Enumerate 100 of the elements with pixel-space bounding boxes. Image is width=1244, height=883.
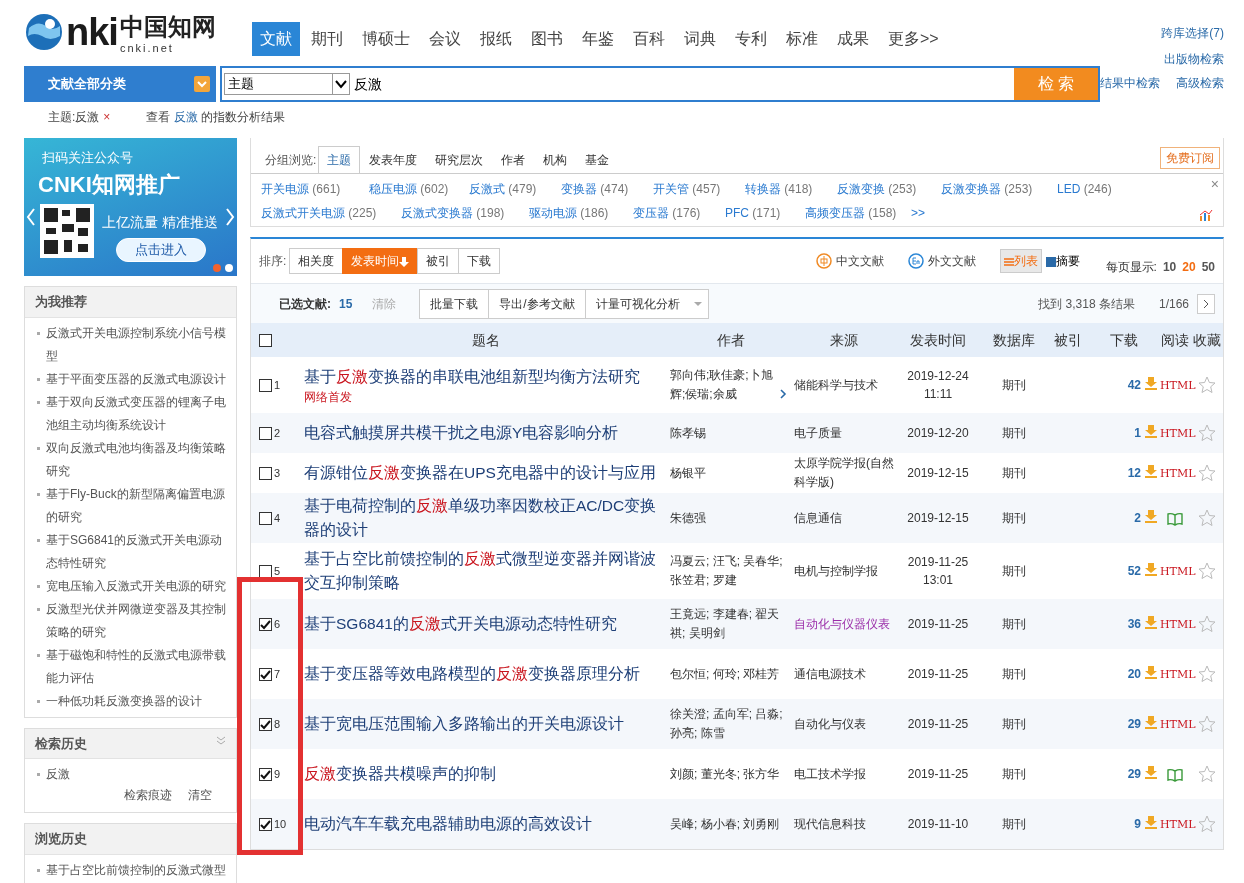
search-field[interactable]: 反激 bbox=[350, 73, 1014, 95]
nav-tab[interactable]: 百科 bbox=[624, 22, 673, 56]
html-link[interactable]: HTML bbox=[1160, 718, 1196, 731]
group-tab[interactable]: 基金 bbox=[576, 146, 619, 173]
recommended-article-link[interactable]: 反激式开关电源控制系统小信号模型 bbox=[46, 321, 230, 368]
nav-tab[interactable]: 标准 bbox=[777, 22, 826, 56]
html-link[interactable]: HTML bbox=[1160, 618, 1196, 631]
view-toggle[interactable]: 摘要 bbox=[1041, 249, 1084, 273]
star-icon[interactable] bbox=[1198, 765, 1216, 784]
nav-tab[interactable]: 报纸 bbox=[471, 22, 520, 56]
group-tab[interactable]: 机构 bbox=[534, 146, 577, 173]
download-count[interactable]: 42 bbox=[1127, 378, 1141, 392]
carousel-dot[interactable] bbox=[225, 264, 233, 272]
download-count[interactable]: 29 bbox=[1127, 767, 1141, 781]
nav-tab[interactable]: 成果 bbox=[828, 22, 877, 56]
group-tab[interactable]: 主题 bbox=[318, 146, 361, 173]
action-button[interactable]: 计量可视化分析 bbox=[584, 288, 709, 319]
facet-link[interactable]: 转换器 (418) bbox=[745, 180, 837, 198]
language-filter-link[interactable]: 中文文献 bbox=[815, 252, 884, 270]
group-tab[interactable]: 发表年度 bbox=[360, 146, 427, 173]
action-button[interactable]: 批量下载 bbox=[419, 288, 490, 319]
source-link[interactable]: 现代信息科技 bbox=[794, 814, 894, 834]
checkbox[interactable] bbox=[259, 668, 272, 682]
nav-tab[interactable]: 更多>> bbox=[879, 22, 947, 56]
html-link[interactable]: HTML bbox=[1160, 668, 1196, 681]
facet-link[interactable]: 变换器 (474) bbox=[561, 180, 653, 198]
term-link[interactable]: 反激 bbox=[173, 110, 198, 124]
source-link[interactable]: 太原学院学报(自然科学版) bbox=[794, 454, 894, 492]
recommended-article-link[interactable]: 基于平面变压器的反激式电源设计 bbox=[46, 367, 226, 391]
checkbox[interactable] bbox=[259, 768, 272, 782]
facet-link[interactable]: 反激变换器 (253) bbox=[941, 180, 1057, 198]
checkbox[interactable] bbox=[259, 379, 272, 393]
star-icon[interactable] bbox=[1198, 815, 1216, 834]
checkbox[interactable] bbox=[259, 467, 272, 481]
clear-link[interactable]: 清空 bbox=[188, 786, 212, 805]
more-facets-link[interactable]: >> bbox=[911, 204, 925, 222]
sort-option[interactable]: 下载 bbox=[458, 248, 501, 274]
search-trace-link[interactable]: 检索痕迹 bbox=[124, 786, 172, 805]
carousel-dot[interactable] bbox=[213, 264, 221, 272]
article-title-link[interactable]: 基于反激变换器的串联电池组新型均衡方法研究 bbox=[304, 365, 665, 389]
facet-link[interactable]: 高频变压器 (158) bbox=[805, 204, 911, 222]
group-tab[interactable]: 研究层次 bbox=[426, 146, 493, 173]
download-count[interactable]: 12 bbox=[1127, 466, 1141, 480]
download-count[interactable]: 36 bbox=[1127, 617, 1141, 631]
action-button[interactable]: 导出/参考文献 bbox=[488, 288, 586, 319]
article-title-link[interactable]: 电动汽车车载充电器辅助电源的高效设计 bbox=[304, 812, 665, 836]
search-within-link[interactable]: 结果中检索 bbox=[1100, 74, 1160, 92]
facet-link[interactable]: PFC (171) bbox=[725, 204, 805, 222]
nav-tab[interactable]: 词典 bbox=[675, 22, 724, 56]
html-link[interactable]: HTML bbox=[1160, 565, 1196, 578]
star-icon[interactable] bbox=[1198, 376, 1216, 395]
recommended-article-link[interactable]: 基于SG6841的反激式开关电源动态特性研究 bbox=[46, 528, 230, 575]
search-bar[interactable]: 主题 反激 检 索 bbox=[220, 66, 1100, 102]
field-select[interactable]: 主题 bbox=[224, 73, 350, 95]
facet-link[interactable]: 反激变换 (253) bbox=[837, 180, 941, 198]
html-link[interactable]: HTML bbox=[1160, 379, 1196, 392]
facet-link[interactable]: 反激式开关电源 (225) bbox=[261, 204, 401, 222]
star-icon[interactable] bbox=[1198, 562, 1216, 581]
recommended-article-link[interactable]: 宽电压输入反激式开关电源的研究 bbox=[46, 574, 226, 598]
html-link[interactable]: HTML bbox=[1160, 427, 1196, 440]
category-dropdown[interactable]: 文献全部分类 bbox=[24, 66, 216, 102]
page-size-option[interactable]: 10 bbox=[1162, 258, 1177, 276]
nav-tab[interactable]: 期刊 bbox=[302, 22, 351, 56]
download-count[interactable]: 52 bbox=[1127, 564, 1141, 578]
star-icon[interactable] bbox=[1198, 464, 1216, 483]
history-term-link[interactable]: 反激 bbox=[46, 763, 70, 787]
star-icon[interactable] bbox=[1198, 715, 1216, 734]
html-link[interactable]: HTML bbox=[1160, 467, 1196, 480]
article-title-link[interactable]: 基于电荷控制的反激单级功率因数校正AC/DC变换器的设计 bbox=[304, 494, 665, 542]
download-count[interactable]: 29 bbox=[1127, 717, 1141, 731]
recommended-article-link[interactable]: 基于Fly-Buck的新型隔离偏置电源的研究 bbox=[46, 482, 230, 529]
sort-option[interactable]: 被引 bbox=[417, 248, 460, 274]
article-title-link[interactable]: 电容式触摸屏共模干扰之电源Y电容影响分析 bbox=[304, 421, 665, 445]
download-count[interactable]: 9 bbox=[1134, 817, 1141, 831]
checkbox[interactable] bbox=[259, 427, 272, 441]
next-page-button[interactable] bbox=[1197, 293, 1215, 314]
recommended-article-link[interactable]: 基于磁饱和特性的反激式电源带载能力评估 bbox=[46, 643, 230, 690]
publication-search-link[interactable]: 出版物检索 bbox=[1164, 50, 1224, 68]
source-link[interactable]: 信息通信 bbox=[794, 508, 894, 528]
recommended-article-link[interactable]: 一种低功耗反激变换器的设计 bbox=[46, 689, 202, 713]
facet-link[interactable]: 稳压电源 (602) bbox=[369, 180, 469, 198]
star-icon[interactable] bbox=[1198, 509, 1216, 528]
nav-tab[interactable]: 专利 bbox=[726, 22, 775, 56]
recommended-article-link[interactable]: 反激型光伏并网微逆变器及其控制策略的研究 bbox=[46, 597, 230, 644]
download-count[interactable]: 1 bbox=[1134, 426, 1141, 440]
article-title-link[interactable]: 基于SG6841的反激式开关电源动态特性研究 bbox=[304, 612, 665, 636]
star-icon[interactable] bbox=[1198, 665, 1216, 684]
language-filter-link[interactable]: 外文文献 bbox=[907, 252, 976, 270]
checkbox[interactable] bbox=[259, 718, 272, 732]
facet-link[interactable]: 变压器 (176) bbox=[633, 204, 725, 222]
advanced-search-link[interactable]: 高级检索 bbox=[1176, 74, 1224, 92]
browsed-article-link[interactable]: 基于占空比前馈控制的反激式微型 bbox=[46, 858, 226, 882]
star-icon[interactable] bbox=[1198, 615, 1216, 634]
nav-tab[interactable]: 图书 bbox=[522, 22, 571, 56]
star-icon[interactable] bbox=[1198, 424, 1216, 443]
sort-option[interactable]: 相关度 bbox=[289, 248, 344, 274]
checkbox[interactable] bbox=[259, 512, 272, 526]
facet-link[interactable]: LED (246) bbox=[1057, 180, 1117, 198]
nav-tab[interactable]: 博硕士 bbox=[353, 22, 418, 56]
nav-tab[interactable]: 文献 bbox=[251, 22, 300, 56]
